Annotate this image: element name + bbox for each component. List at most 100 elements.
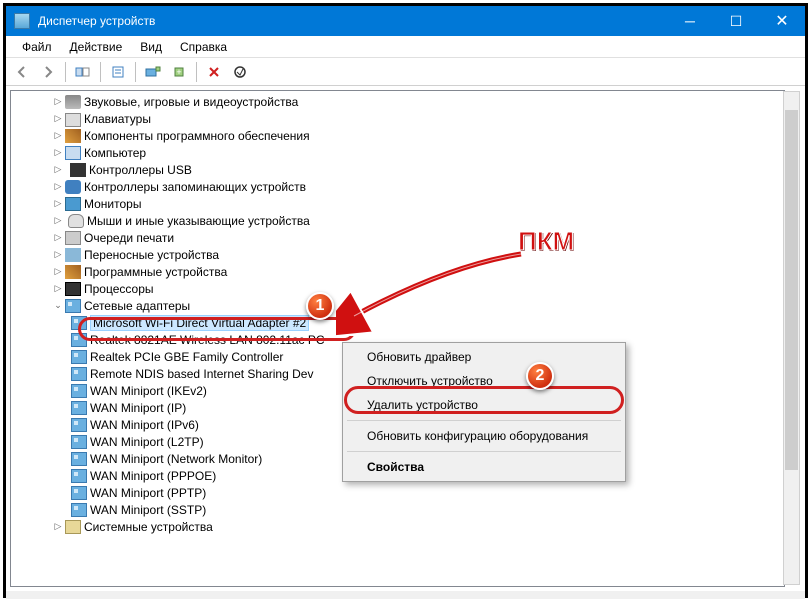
show-hide-button[interactable]: [71, 60, 95, 84]
network-adapter-icon: [71, 418, 87, 432]
menu-scan-hardware[interactable]: Обновить конфигурацию оборудования: [345, 424, 623, 448]
menu-help[interactable]: Справка: [172, 38, 235, 56]
network-adapter-icon: [71, 452, 87, 466]
network-adapter-icon: [71, 503, 87, 517]
collapse-icon[interactable]: ⌄: [51, 300, 65, 311]
vertical-scrollbar[interactable]: [783, 91, 800, 585]
app-icon: [14, 13, 30, 29]
portable-icon: [65, 248, 81, 262]
menu-action[interactable]: Действие: [62, 38, 131, 56]
context-menu: Обновить драйвер Отключить устройство Уд…: [342, 342, 626, 482]
menu-bar: Файл Действие Вид Справка: [6, 36, 805, 58]
svg-text:+: +: [176, 67, 181, 77]
expand-icon[interactable]: ▷: [51, 266, 65, 277]
tree-node-network-adapters[interactable]: ⌄ Сетевые адаптеры: [11, 297, 784, 314]
monitor-icon: [65, 197, 81, 211]
maximize-button[interactable]: ☐: [713, 6, 759, 36]
network-adapter-icon: [71, 401, 87, 415]
tree-node-usb[interactable]: ▷ Контроллеры USB: [11, 161, 784, 178]
back-button[interactable]: [10, 60, 34, 84]
expand-icon[interactable]: ▷: [51, 283, 65, 294]
expand-icon[interactable]: ▷: [51, 215, 65, 226]
expand-icon[interactable]: ▷: [51, 249, 65, 260]
network-adapter-icon: [71, 350, 87, 364]
node-label: WAN Miniport (IPv6): [90, 418, 199, 432]
node-label: Remote NDIS based Internet Sharing Dev: [90, 367, 313, 381]
tree-node-monitors[interactable]: ▷Мониторы: [11, 195, 784, 212]
minimize-button[interactable]: ─: [667, 6, 713, 36]
node-label: Microsoft Wi-Fi Direct Virtual Adapter #…: [90, 315, 309, 331]
node-label: Компьютер: [84, 146, 146, 160]
software-dev-icon: [65, 265, 81, 279]
node-label: Очереди печати: [84, 231, 174, 245]
network-adapter-icon: [71, 316, 87, 330]
tree-node-system[interactable]: ▷ Системные устройства: [11, 518, 784, 535]
expand-icon[interactable]: ▷: [51, 232, 65, 243]
tree-node-printq[interactable]: ▷ Очереди печати: [11, 229, 784, 246]
network-adapter-icon: [71, 333, 87, 347]
node-label: WAN Miniport (L2TP): [90, 435, 204, 449]
properties-button[interactable]: [106, 60, 130, 84]
node-label: Realtek 8821AE Wireless LAN 802.11ac PC: [90, 333, 325, 347]
expand-icon[interactable]: ▷: [51, 181, 65, 192]
network-adapter-icon: [71, 486, 87, 500]
expand-icon[interactable]: ▷: [51, 147, 65, 158]
add-driver-button[interactable]: +: [167, 60, 191, 84]
tree-node-keyboards[interactable]: ▷ Клавиатуры: [11, 110, 784, 127]
tree-node-swdev[interactable]: ▷Программные устройства: [11, 263, 784, 280]
node-label: Системные устройства: [84, 520, 213, 534]
tree-node-software[interactable]: ▷ Компоненты программного обеспечения: [11, 127, 784, 144]
tree-node-computer[interactable]: ▷ Компьютер: [11, 144, 784, 161]
network-adapter-icon: [71, 469, 87, 483]
tree-node-mice[interactable]: ▷Мыши и иные указывающие устройства: [11, 212, 784, 229]
tree-node-audio[interactable]: ▷Звуковые, игровые и видеоустройства: [11, 93, 784, 110]
node-label: Контроллеры USB: [89, 163, 192, 177]
menu-separator: [347, 420, 621, 421]
close-button[interactable]: ✕: [759, 6, 805, 36]
status-bar: [6, 591, 805, 599]
node-label: Сетевые адаптеры: [84, 299, 190, 313]
network-adapter-icon: [71, 435, 87, 449]
expand-icon[interactable]: ▷: [51, 130, 65, 141]
annotation-pkm-label: ПКМ: [518, 226, 574, 257]
keyboard-icon: [65, 113, 81, 127]
audio-icon: [65, 95, 81, 109]
menu-view[interactable]: Вид: [132, 38, 170, 56]
disable-button[interactable]: [228, 60, 252, 84]
tree-node-cpu[interactable]: ▷Процессоры: [11, 280, 784, 297]
window-title: Диспетчер устройств: [38, 14, 667, 28]
forward-button[interactable]: [36, 60, 60, 84]
scroll-thumb[interactable]: [785, 110, 798, 470]
scan-hardware-button[interactable]: [141, 60, 165, 84]
tree-node-wan-sstp[interactable]: WAN Miniport (SSTP): [11, 501, 784, 518]
tree-node-portable[interactable]: ▷Переносные устройства: [11, 246, 784, 263]
tree-node-wan-pptp[interactable]: WAN Miniport (PPTP): [11, 484, 784, 501]
tree-node-storage[interactable]: ▷Контроллеры запоминающих устройств: [11, 178, 784, 195]
system-icon: [65, 520, 81, 534]
node-label: Клавиатуры: [84, 112, 151, 126]
expand-icon[interactable]: ▷: [51, 164, 65, 175]
tree-node-wifi-direct[interactable]: Microsoft Wi-Fi Direct Virtual Adapter #…: [11, 314, 784, 331]
node-label: WAN Miniport (IP): [90, 401, 186, 415]
network-icon: [65, 299, 81, 313]
network-adapter-icon: [71, 367, 87, 381]
menu-separator: [347, 451, 621, 452]
menu-update-driver[interactable]: Обновить драйвер: [345, 345, 623, 369]
menu-file[interactable]: Файл: [14, 38, 60, 56]
network-adapter-icon: [71, 384, 87, 398]
node-label: Компоненты программного обеспечения: [84, 129, 310, 143]
node-label: Realtek PCIe GBE Family Controller: [90, 350, 283, 364]
expand-icon[interactable]: ▷: [51, 96, 65, 107]
node-label: WAN Miniport (SSTP): [90, 503, 206, 517]
device-tree[interactable]: ▷Звуковые, игровые и видеоустройства ▷ Кл…: [10, 90, 785, 587]
expand-icon[interactable]: ▷: [51, 521, 65, 532]
annotation-badge-2: 2: [526, 362, 554, 390]
menu-disable-device[interactable]: Отключить устройство: [345, 369, 623, 393]
menu-properties[interactable]: Свойства: [345, 455, 623, 479]
uninstall-button[interactable]: [202, 60, 226, 84]
content-area: ▷Звуковые, игровые и видеоустройства ▷ Кл…: [6, 86, 805, 591]
expand-icon[interactable]: ▷: [51, 198, 65, 209]
menu-uninstall-device[interactable]: Удалить устройство: [345, 393, 623, 417]
toolbar: +: [6, 58, 805, 86]
expand-icon[interactable]: ▷: [51, 113, 65, 124]
